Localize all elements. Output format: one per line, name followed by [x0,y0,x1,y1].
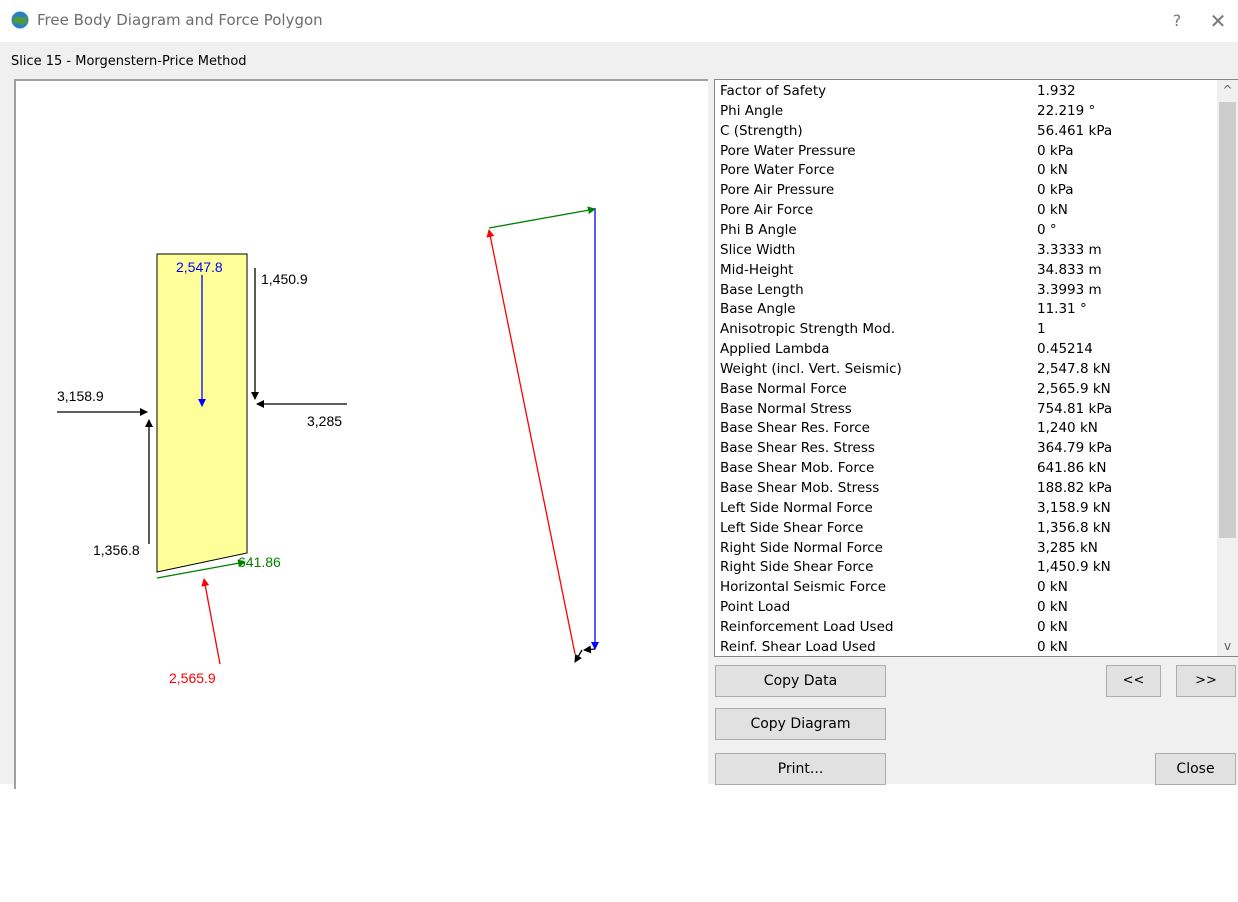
weight-label: 2,547.8 [176,259,223,275]
next-slice-button[interactable]: >> [1176,665,1236,697]
property-name: Weight (incl. Vert. Seismic) [720,360,902,377]
polygon-side-vector-a [583,645,596,654]
property-value: 1,240 kN [1037,420,1098,437]
property-value: 56.461 kPa [1037,122,1113,139]
base-normal-arrow [201,578,221,665]
previous-slice-button[interactable]: << [1106,665,1161,697]
copy-data-button[interactable]: Copy Data [715,665,886,697]
property-value: 0.45214 [1037,341,1093,358]
property-value: 1.932 [1037,83,1076,99]
property-value: 0 kN [1037,579,1068,596]
property-name: Base Shear Mob. Stress [720,480,880,496]
scroll-thumb[interactable] [1219,102,1236,538]
property-value: 22.219 ° [1037,102,1096,119]
property-name: Base Normal Force [720,380,847,397]
close-button[interactable]: Close [1155,753,1236,785]
property-name: Pore Air Force [720,202,814,219]
scroll-up-arrow-icon[interactable]: ^ [1217,80,1238,100]
property-name: Anisotropic Strength Mod. [720,321,896,338]
print-button[interactable]: Print... [715,753,886,785]
property-value: 0 kN [1037,599,1068,616]
property-name: Base Shear Mob. Force [720,460,875,477]
property-name: Pore Air Pressure [720,182,835,199]
scroll-down-arrow-icon[interactable]: v [1217,636,1238,656]
property-name: Right Side Normal Force [720,539,883,556]
property-value: 0 kN [1037,638,1068,655]
force-polygon [486,206,599,663]
property-value: 188.82 kPa [1037,480,1113,496]
close-window-button[interactable]: ✕ [1203,8,1233,34]
property-name: Phi Angle [720,102,784,119]
property-name: C (Strength) [720,122,803,139]
property-value: 2,565.9 kN [1037,380,1111,397]
property-name: Reinf. Shear Load Used [720,638,876,655]
property-value: 0 kN [1037,162,1068,179]
property-value: 1 [1037,321,1046,338]
property-value: 3.3333 m [1037,241,1102,258]
polygon-base-normal-vector [486,229,576,655]
property-name: Base Normal Stress [720,400,852,417]
base-normal-label: 2,565.9 [169,670,216,686]
property-name: Reinforcement Load Used [720,618,894,635]
property-name: Phi B Angle [720,221,797,238]
property-name: Base Angle [720,301,796,318]
property-value: 0 kN [1037,202,1068,219]
copy-diagram-button[interactable]: Copy Diagram [715,708,886,740]
polygon-side-vector-b [574,649,583,663]
base-shear-label: 641.86 [238,554,281,570]
property-name: Applied Lambda [720,341,830,358]
property-value: 0 kN [1037,618,1068,635]
property-value: 34.833 m [1037,261,1102,278]
property-value: 3.3993 m [1037,281,1102,298]
left-shear-label: 1,356.8 [93,542,140,558]
property-name: Pore Water Pressure [720,142,856,159]
free-body-diagram-panel: 2,547.8 1,450.9 3,158.9 3,285 1,356.8 64… [14,79,708,789]
property-value: 1,356.8 kN [1037,519,1111,536]
property-name: Base Shear Res. Stress [720,440,875,457]
property-name: Slice Width [720,241,796,258]
property-value: 3,158.9 kN [1037,499,1111,516]
property-name: Pore Water Force [720,162,835,179]
property-value: 0 kPa [1037,142,1074,159]
property-name: Point Load [720,599,791,616]
property-value: 2,547.8 kN [1037,360,1111,377]
property-value: 754.81 kPa [1037,400,1113,417]
right-normal-label: 3,285 [307,413,342,429]
property-name: Left Side Shear Force [720,519,864,536]
property-value: 11.31 ° [1037,301,1087,318]
right-shear-label: 1,450.9 [261,271,308,287]
property-value: 0 ° [1037,221,1057,238]
property-name: Right Side Shear Force [720,559,874,576]
dialog-body: Slice 15 - Morgenstern-Price Method 2,54… [0,42,1238,789]
property-value: 3,285 kN [1037,539,1098,556]
property-value: 1,450.9 kN [1037,559,1111,576]
help-button[interactable]: ? [1162,8,1192,34]
property-name: Factor of Safety [720,83,827,99]
property-name: Mid-Height [720,261,794,278]
left-normal-label: 3,158.9 [57,388,104,404]
property-name: Left Side Normal Force [720,499,873,516]
slice-properties-list[interactable]: Factor of Safety 1.932 Phi Angle 22.219 ° C … [714,79,1238,657]
property-name: Base Shear Res. Force [720,420,870,437]
property-value: 0 kPa [1037,182,1074,199]
property-value: 364.79 kPa [1037,440,1113,457]
vertical-scrollbar[interactable]: ^ v [1217,80,1238,656]
property-value: 641.86 kN [1037,460,1107,477]
property-name: Horizontal Seismic Force [720,579,887,596]
property-name: Base Length [720,281,804,298]
polygon-base-shear-vector [488,206,596,229]
diagram-canvas: 2,547.8 1,450.9 3,158.9 3,285 1,356.8 64… [57,206,599,686]
